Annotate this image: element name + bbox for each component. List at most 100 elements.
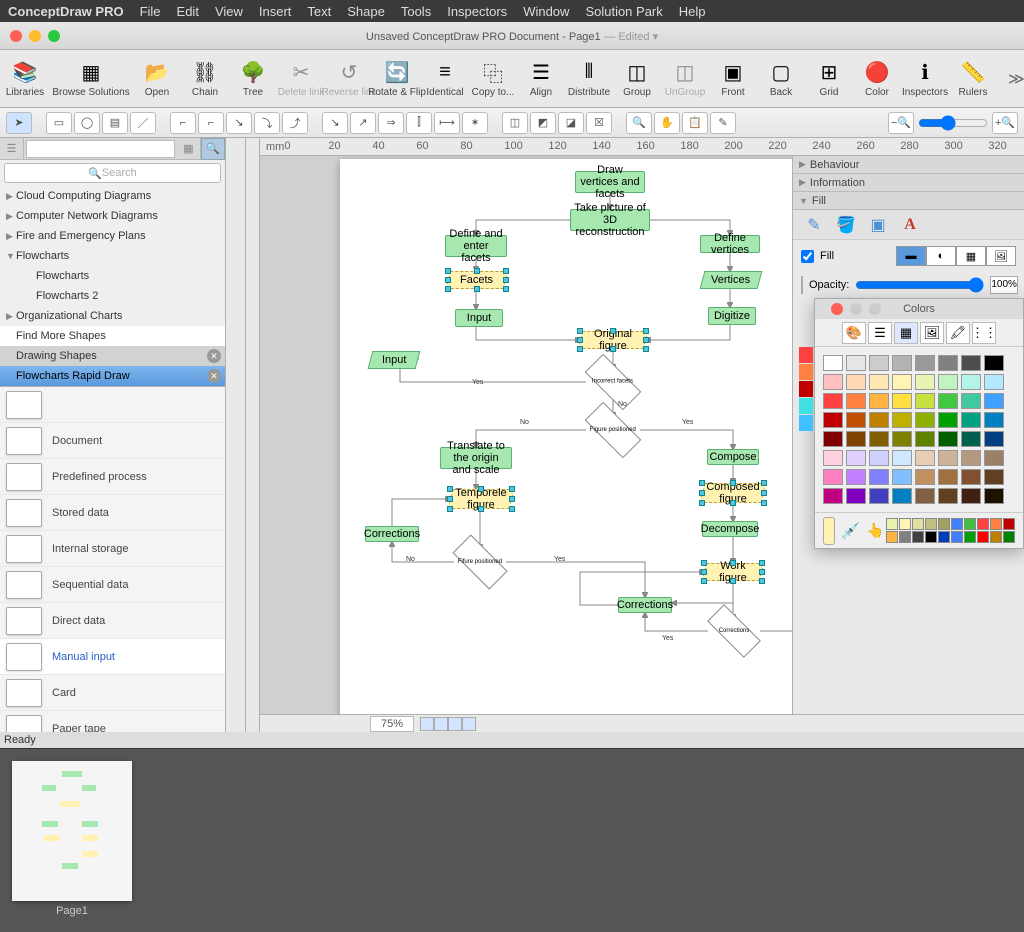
color-swatch[interactable]: [846, 412, 866, 428]
selection-handle[interactable]: [509, 506, 515, 512]
libraries-button[interactable]: 📚Libraries: [4, 53, 46, 105]
fill-tab-shadow[interactable]: ▣: [865, 213, 891, 237]
color-swatch[interactable]: [823, 374, 843, 390]
color-swatch[interactable]: [823, 469, 843, 485]
zoom-in-button[interactable]: +🔍: [992, 112, 1018, 134]
color-swatch[interactable]: [846, 450, 866, 466]
color-tab-crayons[interactable]: 🖍: [946, 322, 970, 344]
edit-node-1[interactable]: ◫: [502, 112, 528, 134]
opacity-value[interactable]: 100%: [990, 276, 1018, 294]
flowchart-node[interactable]: Define and enter facets: [445, 235, 507, 257]
menu-view[interactable]: View: [215, 4, 243, 19]
flowchart-node[interactable]: Fifure positioned: [452, 534, 507, 589]
shape-item[interactable]: [0, 387, 225, 423]
color-button[interactable]: 🔴Color: [856, 53, 898, 105]
color-swatch[interactable]: [984, 355, 1004, 371]
selection-handle[interactable]: [478, 506, 484, 512]
selection-handle[interactable]: [478, 486, 484, 492]
menu-tools[interactable]: Tools: [401, 4, 431, 19]
color-swatch[interactable]: [984, 469, 1004, 485]
color-tab-palette[interactable]: ▦: [894, 322, 918, 344]
color-swatch[interactable]: [869, 450, 889, 466]
color-swatch[interactable]: [823, 412, 843, 428]
recent-color-swatch[interactable]: [977, 518, 989, 530]
selection-handle[interactable]: [610, 328, 616, 334]
pointer-tool[interactable]: ➤: [6, 112, 32, 134]
connector-tool-1[interactable]: ⌐: [170, 112, 196, 134]
minimize-window-button[interactable]: [29, 30, 41, 42]
selection-handle[interactable]: [761, 490, 767, 496]
recent-color-swatch[interactable]: [964, 531, 976, 543]
tree-item[interactable]: Find More Shapes: [0, 326, 225, 346]
selection-handle[interactable]: [730, 578, 736, 584]
menu-text[interactable]: Text: [307, 4, 331, 19]
flowchart-node[interactable]: Draw vertices and facets: [575, 171, 645, 193]
zoom-tool[interactable]: 🔍: [626, 112, 652, 134]
fill-checkbox[interactable]: [801, 250, 814, 263]
menu-inspectors[interactable]: Inspectors: [447, 4, 507, 19]
close-icon[interactable]: ✕: [207, 349, 221, 363]
fill-solid[interactable]: ▬: [896, 246, 926, 266]
shape-item[interactable]: Paper tape: [0, 711, 225, 732]
color-swatch[interactable]: [961, 393, 981, 409]
inspector-behaviour[interactable]: ▶Behaviour: [793, 156, 1024, 174]
menu-file[interactable]: File: [140, 4, 161, 19]
color-swatch[interactable]: [799, 364, 813, 380]
recent-color-swatch[interactable]: [938, 518, 950, 530]
snapshot-tool[interactable]: 📋: [682, 112, 708, 134]
color-swatch[interactable]: [846, 374, 866, 390]
selection-handle[interactable]: [445, 268, 451, 274]
zoom-window-button[interactable]: [48, 30, 60, 42]
color-swatch[interactable]: [892, 412, 912, 428]
selection-handle[interactable]: [503, 268, 509, 274]
fill-image[interactable]: 🖼: [986, 246, 1016, 266]
recent-color-swatch[interactable]: [990, 518, 1002, 530]
selected-color-swatch[interactable]: [823, 517, 835, 545]
recent-color-swatch[interactable]: [1003, 531, 1015, 543]
color-swatch[interactable]: [915, 488, 935, 504]
selection-handle[interactable]: [577, 328, 583, 334]
color-swatch[interactable]: [938, 431, 958, 447]
flowchart-node[interactable]: Compose: [707, 449, 759, 465]
shape-item[interactable]: Card: [0, 675, 225, 711]
inspectors-button[interactable]: ℹInspectors: [904, 53, 946, 105]
recent-color-swatch[interactable]: [912, 518, 924, 530]
arrow-tool-5[interactable]: ⟼: [434, 112, 460, 134]
color-swatch[interactable]: [961, 374, 981, 390]
shape-item[interactable]: Predefined process: [0, 459, 225, 495]
color-swatch[interactable]: [846, 393, 866, 409]
shape-item[interactable]: Manual input: [0, 639, 225, 675]
close-icon[interactable]: ✕: [207, 369, 221, 383]
text-tool[interactable]: ▤: [102, 112, 128, 134]
color-swatch[interactable]: [938, 393, 958, 409]
eyedropper-tool[interactable]: ✎: [710, 112, 736, 134]
page-thumbnail[interactable]: Page1: [12, 761, 132, 917]
selection-handle[interactable]: [730, 500, 736, 506]
color-tab-image[interactable]: 🖼: [920, 322, 944, 344]
browse-button[interactable]: ▦Browse Solutions: [52, 53, 130, 105]
zoom-out-button[interactable]: −🔍: [888, 112, 914, 134]
selection-handle[interactable]: [759, 560, 765, 566]
connector-tool-2[interactable]: ⌐: [198, 112, 224, 134]
color-swatch[interactable]: [869, 393, 889, 409]
recent-color-swatch[interactable]: [951, 531, 963, 543]
library-mode-grid[interactable]: ▦: [177, 138, 201, 160]
color-swatch[interactable]: [869, 469, 889, 485]
color-swatch[interactable]: [846, 488, 866, 504]
selection-handle[interactable]: [447, 506, 453, 512]
color-swatch[interactable]: [869, 355, 889, 371]
chain-button[interactable]: ⛓Chain: [184, 53, 226, 105]
color-swatch[interactable]: [799, 381, 813, 397]
library-search-button[interactable]: 🔍: [201, 138, 225, 160]
connector-tool-3[interactable]: ↘: [226, 112, 252, 134]
color-swatch[interactable]: [892, 355, 912, 371]
fill-color-swatch[interactable]: [801, 276, 803, 294]
color-swatch[interactable]: [938, 450, 958, 466]
color-swatch[interactable]: [915, 450, 935, 466]
group-button[interactable]: ◫Group: [616, 53, 658, 105]
selection-handle[interactable]: [445, 286, 451, 292]
inspector-fill[interactable]: ▼Fill: [793, 192, 1024, 210]
color-swatch[interactable]: [892, 450, 912, 466]
color-tab-custom[interactable]: ⋮⋮: [972, 322, 996, 344]
canvas[interactable]: Draw vertices and facetsTake picture of …: [260, 156, 1024, 714]
